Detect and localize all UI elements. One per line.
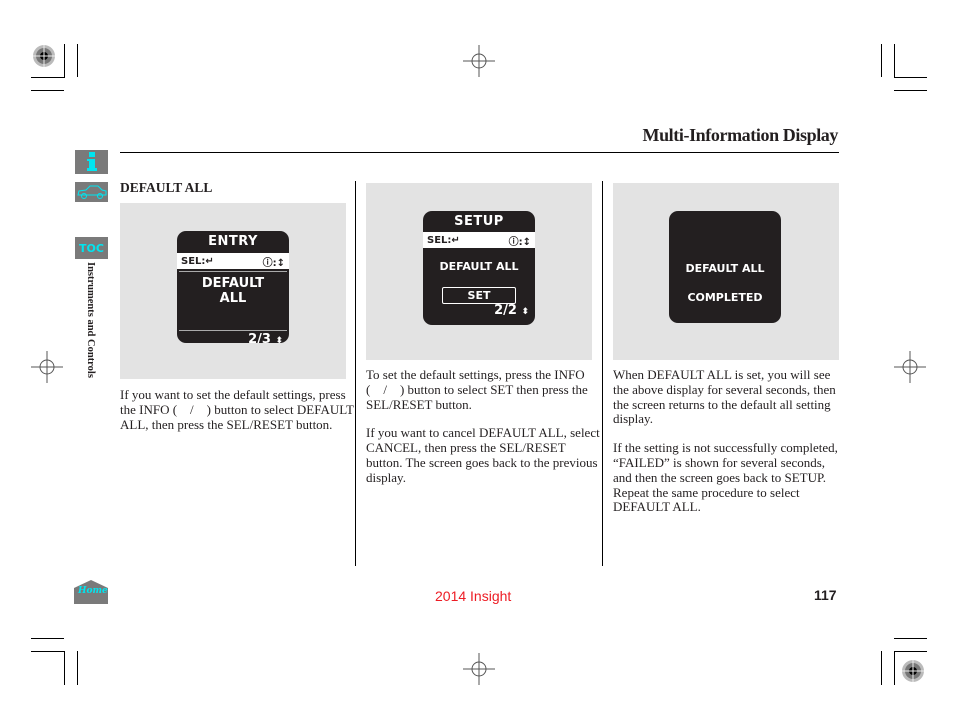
car-nav-button[interactable] xyxy=(75,182,108,202)
up-down-arrow-icon: ⬍ xyxy=(275,336,283,343)
sel-label: SEL: xyxy=(427,234,452,246)
home-label: Home xyxy=(78,586,108,596)
crosshair-icon xyxy=(31,351,63,383)
toc-button[interactable]: TOC xyxy=(75,237,108,259)
screen-page-indicator: 2/3 ⬍ xyxy=(177,331,289,343)
home-button[interactable]: Home xyxy=(74,580,108,604)
page-title: Multi-Information Display xyxy=(642,125,838,145)
column-3-text: When DEFAULT ALL is set, you will see th… xyxy=(613,367,843,529)
crosshair-icon xyxy=(894,351,926,383)
up-down-arrow-icon: ↕ xyxy=(276,257,285,269)
enter-arrow-icon: ↵ xyxy=(451,234,460,246)
column-2-text: To set the default settings, press the I… xyxy=(366,367,601,500)
model-link[interactable]: 2014 Insight xyxy=(435,588,511,604)
display-illustration-completed: DEFAULT ALL COMPLETED xyxy=(613,183,839,360)
display-illustration-setup: SETUP SEL:↵ ⓘ:↕ DEFAULT ALL SET 2/2 ⬍ xyxy=(366,183,592,360)
screen-page-indicator: 2/2 ⬍ xyxy=(423,304,535,319)
paragraph: To set the default settings, press the I… xyxy=(366,367,588,412)
car-icon xyxy=(76,185,106,199)
info-nav-button[interactable] xyxy=(75,150,108,174)
screen-body-line: DEFAULT ALL xyxy=(685,262,765,275)
paragraph: If you want to cancel DEFAULT ALL, selec… xyxy=(366,425,600,485)
paragraph: When DEFAULT ALL is set, you will see th… xyxy=(613,367,836,427)
crosshair-icon xyxy=(463,653,495,685)
lcd-screen: DEFAULT ALL COMPLETED xyxy=(669,211,781,323)
screen-body-line: DEFAULT xyxy=(201,276,265,291)
column-divider xyxy=(602,181,603,566)
screen-control-bar: SEL:↵ ⓘ:↕ xyxy=(177,253,289,269)
display-illustration-entry: ENTRY SEL:↵ ⓘ:↕ DEFAULT ALL 2/3 ⬍ xyxy=(120,203,346,379)
toc-label: TOC xyxy=(79,241,104,255)
page-indicator-text: 2/3 xyxy=(248,332,271,343)
screen-title: SETUP xyxy=(454,214,504,229)
sel-label: SEL: xyxy=(181,255,206,267)
registration-target-icon xyxy=(33,45,55,67)
info-circle-icon: ⓘ xyxy=(262,257,273,269)
paragraph: If the setting is not successfully compl… xyxy=(613,440,838,515)
section-tab-label: Instruments and Controls xyxy=(85,262,96,378)
lcd-screen: SETUP SEL:↵ ⓘ:↕ DEFAULT ALL SET 2/2 ⬍ xyxy=(423,211,535,325)
crosshair-icon xyxy=(463,45,495,77)
up-down-arrow-icon: ⬍ xyxy=(521,307,529,317)
title-divider xyxy=(120,152,839,153)
screen-body-line: COMPLETED xyxy=(687,291,763,304)
column-divider xyxy=(355,181,356,566)
screen-control-bar: SEL:↵ ⓘ:↕ xyxy=(423,232,535,248)
enter-arrow-icon: ↵ xyxy=(205,255,214,267)
info-icon xyxy=(86,152,97,171)
registration-target-icon xyxy=(902,660,924,682)
section-heading: DEFAULT ALL xyxy=(120,180,213,195)
paragraph: If you want to set the default settings,… xyxy=(120,387,354,432)
set-option: SET xyxy=(442,287,516,304)
column-1-text: If you want to set the default settings,… xyxy=(120,387,355,446)
screen-body-line: DEFAULT ALL xyxy=(439,260,519,273)
screen-title: ENTRY xyxy=(208,234,258,249)
info-circle-icon: ⓘ xyxy=(508,236,519,248)
page-indicator-text: 2/2 xyxy=(494,303,517,318)
screen-body-line: ALL xyxy=(219,291,247,306)
up-down-arrow-icon: ↕ xyxy=(522,236,531,248)
page-number: 117 xyxy=(814,587,837,603)
lcd-screen: ENTRY SEL:↵ ⓘ:↕ DEFAULT ALL 2/3 ⬍ xyxy=(177,231,289,343)
screen-body: DEFAULT ALL xyxy=(179,271,287,331)
